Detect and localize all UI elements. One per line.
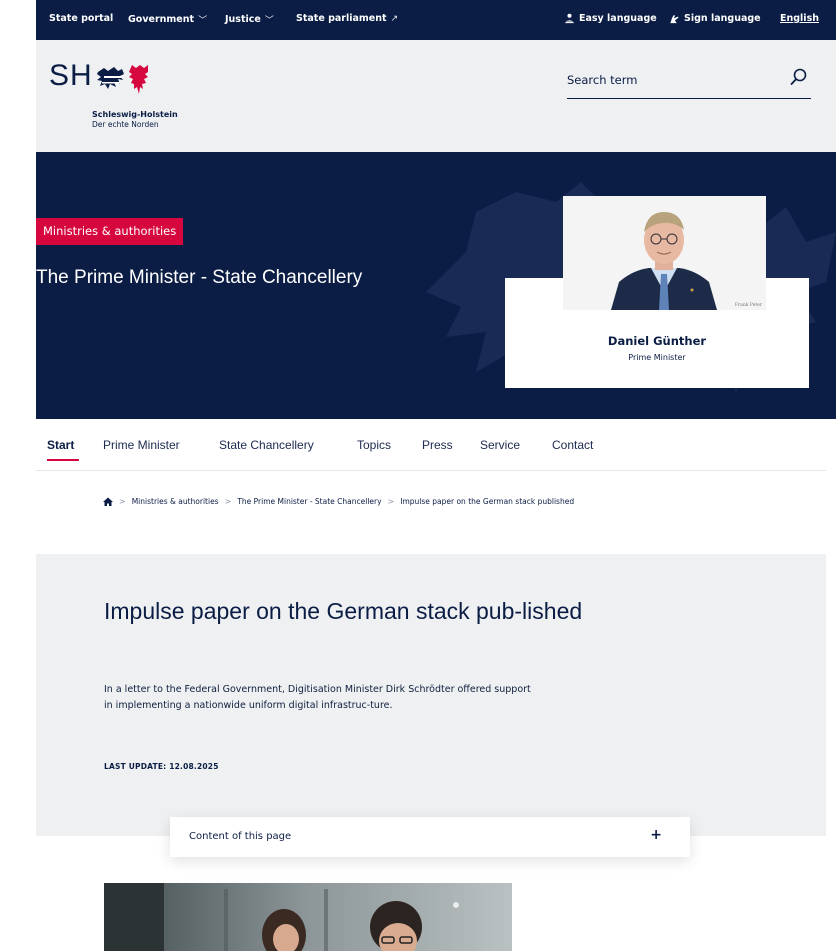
tab-start[interactable]: Start [47, 438, 74, 452]
article-lead: In a letter to the Federal Government, D… [104, 684, 531, 711]
section-navigation: Start Prime Minister State Chancellery T… [36, 419, 826, 471]
breadcrumb-separator: > [119, 497, 126, 506]
easy-language-label: Easy language [579, 13, 657, 24]
justice-label: Justice [225, 14, 261, 25]
logo-text: SH [49, 59, 93, 92]
article-image [104, 883, 512, 951]
plus-icon: + [650, 827, 662, 843]
government-label: Government [128, 14, 195, 25]
logo-tagline: Der echte Norden [92, 120, 159, 129]
easy-language-link[interactable]: Easy language [564, 13, 657, 24]
easy-language-icon [564, 13, 575, 24]
breadcrumb-separator: > [387, 497, 395, 506]
tab-press[interactable]: Press [422, 438, 453, 452]
english-language-link[interactable]: English [780, 13, 819, 24]
office-photo [104, 883, 512, 951]
breadcrumb: > Ministries & authorities > The Prime M… [103, 497, 574, 506]
prime-minister-photo: Frank Peter [563, 196, 766, 310]
tab-topics[interactable]: Topics [357, 438, 391, 452]
home-icon[interactable] [103, 497, 113, 506]
justice-menu[interactable]: Justice ﹀ [225, 13, 274, 26]
tab-service[interactable]: Service [480, 438, 520, 452]
government-menu[interactable]: Government ﹀ [128, 13, 207, 26]
active-tab-indicator [47, 459, 79, 461]
article-title: Impulse paper on the German stack pub-li… [104, 598, 583, 624]
chevron-down-icon: ﹀ [198, 16, 208, 26]
sign-language-link[interactable]: Sign language [668, 13, 761, 24]
logo-name: Schleswig-Holstein [92, 110, 178, 119]
sign-language-icon [670, 14, 679, 24]
person-role: Prime Minister [628, 353, 686, 362]
person-name[interactable]: Daniel Günther [505, 334, 809, 348]
state-parliament-label: State parliament [296, 13, 387, 24]
table-of-contents-toggle[interactable]: Content of this page + [170, 817, 690, 857]
hero-banner: Ministries & authorities The Prime Minis… [36, 152, 836, 419]
chevron-down-icon: ﹀ [264, 16, 274, 26]
photo-credit: Frank Peter [734, 303, 762, 308]
search-button[interactable] [789, 67, 811, 89]
article-header: Impulse paper on the German stack pub-li… [36, 554, 826, 836]
portrait-image [563, 196, 766, 310]
breadcrumb-item-ministries[interactable]: Ministries & authorities [132, 497, 219, 506]
search-form [567, 63, 811, 99]
state-portal-link[interactable]: State portal [49, 13, 113, 24]
top-bar: State portal Government ﹀ Justice ﹀ State … [36, 0, 836, 40]
toc-label: Content of this page [189, 831, 292, 842]
sign-language-label: Sign language [684, 13, 761, 24]
tab-contact[interactable]: Contact [552, 438, 593, 452]
site-header: SH Schleswig-Holstein Der echte Norden [36, 40, 836, 152]
external-link-icon: ↗ [390, 13, 399, 24]
last-update: LAST UPDATE: 12.08.2025 [104, 762, 219, 771]
search-input[interactable] [567, 69, 777, 91]
breadcrumb-item-state-chancellery[interactable]: The Prime Minister - State Chancellery [237, 497, 381, 506]
page-title: The Prime Minister - State Chancellery [36, 267, 363, 288]
state-parliament-link[interactable]: State parliament ↗ [296, 13, 398, 24]
category-badge[interactable]: Ministries & authorities [36, 218, 184, 245]
state-portal-label: State portal [49, 13, 114, 24]
tab-state-chancellery[interactable]: State Chancellery [219, 438, 314, 452]
search-icon [790, 68, 807, 85]
breadcrumb-separator: > [224, 497, 232, 506]
tab-prime-minister[interactable]: Prime Minister [103, 438, 180, 452]
coat-of-arms-icon [97, 65, 148, 94]
english-label: English [780, 13, 819, 24]
breadcrumb-item-current: Impulse paper on the German stack publis… [400, 497, 575, 506]
